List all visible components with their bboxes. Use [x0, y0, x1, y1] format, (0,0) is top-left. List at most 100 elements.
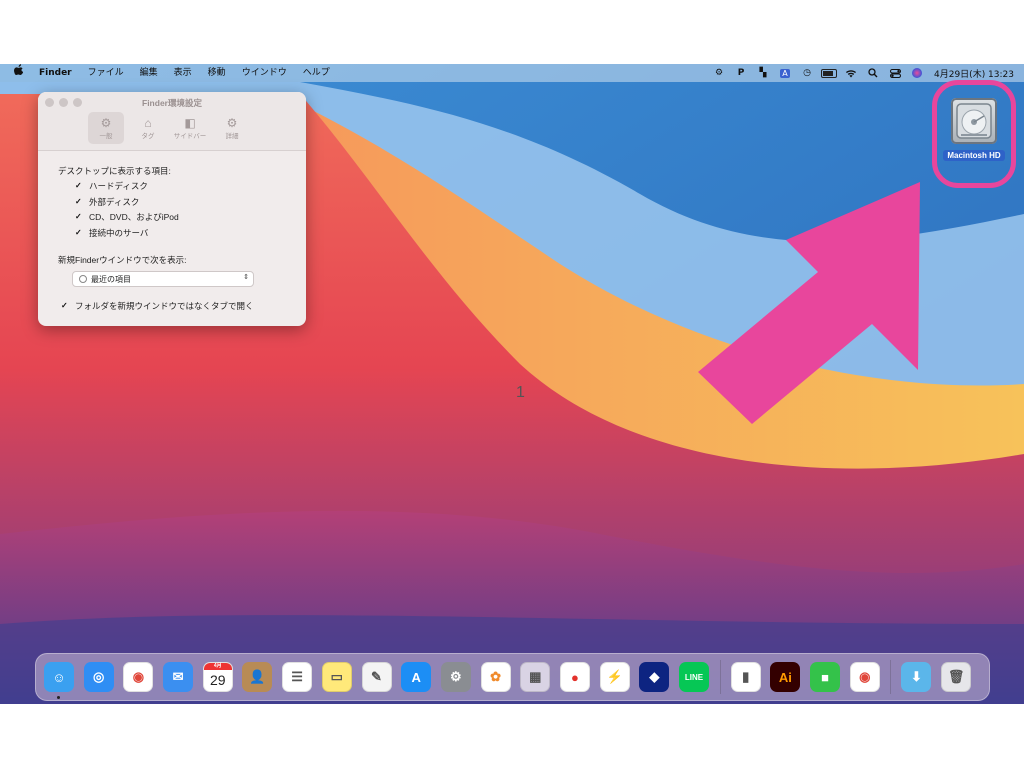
- checkbox-label: フォルダを新規ウインドウではなくタブで開く: [75, 300, 254, 311]
- app-menu-finder[interactable]: Finder: [31, 64, 80, 82]
- sidebar-icon: ◧: [184, 116, 196, 130]
- pink-arrow-annotation: [698, 182, 920, 424]
- checkbox-row-servers[interactable]: ✓ 接続中のサーバ: [58, 225, 306, 241]
- calendar-icon[interactable]: 4月 29: [202, 662, 233, 692]
- control-strip-icon[interactable]: ⚙: [708, 64, 730, 82]
- chrome-icon-glyph: ◉: [132, 669, 145, 684]
- numbers-icon-glyph: ▮: [742, 669, 750, 684]
- notes-icon[interactable]: ▭: [321, 662, 352, 692]
- tab-general[interactable]: ⚙ 一般: [88, 112, 124, 144]
- control-center-icon[interactable]: [884, 64, 906, 82]
- spotlight-icon[interactable]: [862, 64, 884, 82]
- chrome-canary-icon[interactable]: ◉: [849, 662, 880, 692]
- tag-icon: ⌂: [144, 116, 152, 130]
- safari-icon-glyph: ◎: [93, 669, 105, 684]
- textedit-icon[interactable]: ✎: [361, 662, 392, 692]
- messenger-icon-glyph: ⚡: [606, 669, 623, 684]
- menu-help[interactable]: ヘルプ: [295, 64, 338, 82]
- safari-icon[interactable]: ◎: [83, 662, 114, 692]
- menu-go[interactable]: 移動: [200, 64, 234, 82]
- dock-separator: [890, 660, 892, 694]
- reminders-icon-glyph: ☰: [291, 669, 303, 684]
- scrapbox-icon[interactable]: ●: [559, 662, 590, 692]
- scrapbox-icon-glyph: ●: [571, 669, 579, 685]
- menu-clock[interactable]: 4月29日(木) 13:23: [928, 67, 1014, 80]
- downloads-folder-icon-glyph: ⬇: [910, 669, 922, 684]
- menu-window[interactable]: ウインドウ: [234, 64, 295, 82]
- checkbox-row-cds-dvds[interactable]: ✓ CD、DVD、およびiPod: [58, 210, 306, 226]
- facetime-icon[interactable]: ■: [810, 662, 841, 692]
- window-titlebar[interactable]: Finder環境設定 ⚙ 一般 ⌂ タグ ◧ サイドバー ⚙ 詳細: [38, 92, 306, 151]
- calendar-month: 4月: [203, 663, 232, 670]
- hd-label: Macintosh HD: [943, 150, 1005, 161]
- menu-bar: Finder ファイル 編集 表示 移動 ウインドウ ヘルプ ⚙ P ▚ A ◷…: [0, 64, 1024, 82]
- finder-icon[interactable]: ☺: [44, 662, 74, 699]
- checkbox-label: ハードディスク: [89, 181, 148, 192]
- macintosh-hd-desktop-icon[interactable]: Macintosh HD: [940, 96, 1008, 168]
- p-icon[interactable]: P: [730, 64, 752, 82]
- checkbox-row-open-in-tabs[interactable]: ✓ フォルダを新規ウインドウではなくタブで開く: [44, 298, 306, 314]
- trash-icon[interactable]: 🗑: [941, 662, 972, 692]
- menu-edit[interactable]: 編集: [132, 64, 166, 82]
- tab-general-label: 一般: [99, 133, 113, 140]
- prefs-toolbar: ⚙ 一般 ⌂ タグ ◧ サイドバー ⚙ 詳細: [88, 112, 250, 144]
- new-window-heading: 新規Finderウインドウで次を表示:: [58, 255, 187, 266]
- chevron-updown-icon: ⇕: [243, 274, 249, 281]
- window-title: Finder環境設定: [142, 98, 202, 108]
- numbers-icon[interactable]: ▮: [730, 662, 761, 692]
- checkbox-label: CD、DVD、およびiPod: [89, 212, 179, 223]
- app-store-icon[interactable]: A: [401, 662, 432, 692]
- launchpad-icon-glyph: ▦: [529, 669, 542, 684]
- battery-icon[interactable]: [818, 64, 840, 82]
- dropbox-icon-glyph: ◆: [649, 669, 660, 684]
- checkbox-row-hard-disks[interactable]: ✓ ハードディスク: [58, 179, 306, 195]
- checkbox-cds-dvds[interactable]: ✓: [75, 213, 83, 221]
- prefs-body: デスクトップに表示する項目: ✓ ハードディスク ✓ 外部ディスク ✓ CD、D…: [38, 151, 306, 314]
- tab-advanced[interactable]: ⚙ 詳細: [214, 112, 250, 144]
- show-items-heading: デスクトップに表示する項目:: [58, 165, 171, 176]
- line-icon[interactable]: LINE: [679, 662, 709, 692]
- textedit-icon-glyph: ✎: [371, 669, 382, 684]
- hard-disk-icon: [951, 98, 997, 144]
- contacts-icon-glyph: 👤: [249, 669, 266, 684]
- tab-tags[interactable]: ⌂ タグ: [130, 112, 166, 144]
- clock-icon: [79, 275, 87, 283]
- reminders-icon[interactable]: ☰: [282, 662, 313, 692]
- illustrator-icon[interactable]: Ai: [770, 662, 801, 692]
- mail-icon[interactable]: ✉: [163, 662, 194, 692]
- siri-icon[interactable]: [906, 64, 928, 82]
- tab-tags-label: タグ: [141, 133, 155, 140]
- tab-sidebar[interactable]: ◧ サイドバー: [172, 112, 208, 144]
- contacts-icon[interactable]: 👤: [242, 662, 273, 692]
- checkbox-row-external-disks[interactable]: ✓ 外部ディスク: [58, 194, 306, 210]
- app-store-icon-glyph: A: [411, 669, 421, 685]
- illustrator-icon-glyph: Ai: [778, 669, 792, 685]
- finder-preferences-window: Finder環境設定 ⚙ 一般 ⌂ タグ ◧ サイドバー ⚙ 詳細 デスクトップ…: [38, 92, 306, 326]
- messenger-icon[interactable]: ⚡: [599, 662, 630, 692]
- finder-icon-glyph: ☺: [52, 669, 66, 685]
- checkbox-label: 接続中のサーバ: [89, 227, 149, 238]
- wifi-icon[interactable]: [840, 64, 862, 82]
- chrome-canary-icon-glyph: ◉: [859, 669, 871, 684]
- tab-advanced-label: 詳細: [225, 133, 239, 140]
- new-window-select[interactable]: 最近の項目 ⇕: [72, 271, 254, 287]
- trash-icon-glyph: 🗑: [947, 669, 965, 684]
- chrome-icon[interactable]: ◉: [123, 662, 154, 692]
- launchpad-icon[interactable]: ▦: [520, 662, 551, 692]
- downloads-folder-icon[interactable]: ⬇: [901, 662, 932, 692]
- line-icon-glyph: LINE: [684, 672, 704, 682]
- photos-icon[interactable]: ✿: [480, 662, 511, 692]
- checkbox-hard-disks[interactable]: ✓: [75, 182, 83, 190]
- checkbox-open-in-tabs[interactable]: ✓: [61, 301, 69, 310]
- dropbox-icon[interactable]: ◆: [639, 662, 670, 692]
- checkbox-servers[interactable]: ✓: [75, 228, 83, 237]
- time-machine-icon[interactable]: ◷: [796, 64, 818, 82]
- system-preferences-icon[interactable]: ⚙: [440, 662, 471, 692]
- layout-icon[interactable]: ▚: [752, 64, 774, 82]
- checkbox-external-disks[interactable]: ✓: [75, 197, 83, 206]
- apple-menu-icon[interactable]: [0, 64, 31, 82]
- notes-icon-glyph: ▭: [330, 669, 343, 684]
- menu-view[interactable]: 表示: [166, 64, 200, 82]
- menu-file[interactable]: ファイル: [80, 64, 132, 82]
- input-source-icon[interactable]: A: [774, 64, 796, 82]
